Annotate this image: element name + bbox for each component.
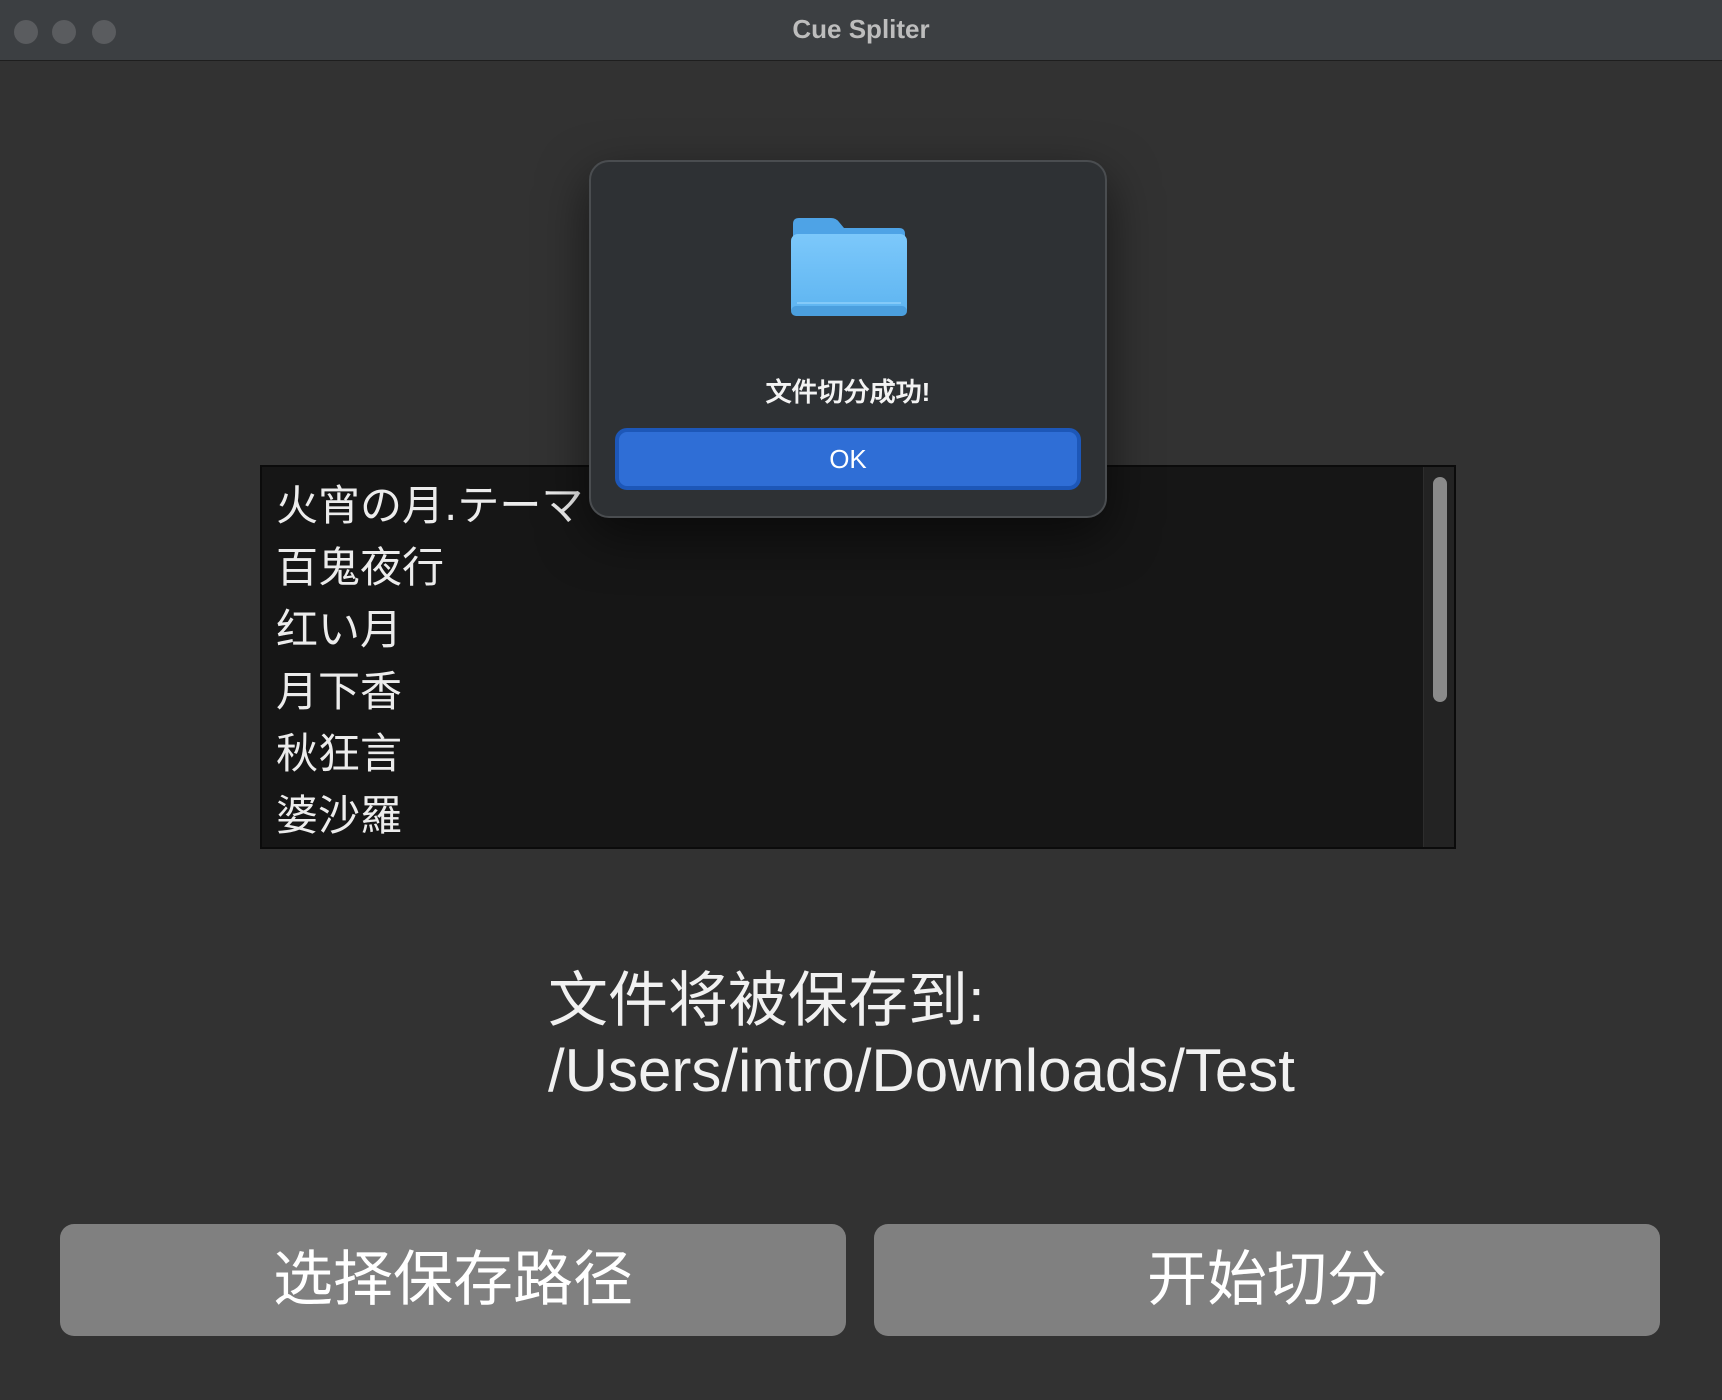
success-dialog: 文件切分成功! OK — [589, 160, 1107, 518]
track-list-item[interactable]: 秋狂言 — [276, 723, 583, 785]
track-list-item[interactable]: 婆沙羅 — [276, 785, 583, 847]
track-list-item[interactable]: 火宵の月.テーマ — [276, 475, 583, 537]
track-list-scrollbar[interactable] — [1423, 467, 1454, 847]
folder-icon — [791, 218, 907, 316]
track-list-items: 火宵の月.テーマ 百鬼夜行 红い月 月下香 秋狂言 婆沙羅 — [276, 475, 583, 847]
app-window: Cue Spliter 火宵の月.テーマ 百鬼夜行 红い月 月下香 秋狂言 婆沙… — [0, 0, 1722, 1400]
window-title: Cue Spliter — [792, 14, 930, 44]
track-list[interactable]: 火宵の月.テーマ 百鬼夜行 红い月 月下香 秋狂言 婆沙羅 — [260, 465, 1456, 849]
choose-save-path-button[interactable]: 选择保存路径 — [60, 1224, 846, 1336]
track-list-item[interactable]: 红い月 — [276, 599, 583, 661]
ok-button[interactable]: OK — [615, 428, 1081, 490]
track-list-item[interactable]: 月下香 — [276, 661, 583, 723]
start-split-button[interactable]: 开始切分 — [874, 1224, 1660, 1336]
scrollbar-thumb[interactable] — [1433, 477, 1447, 702]
dialog-message: 文件切分成功! — [765, 377, 931, 407]
save-path-label: 文件将被保存到: /Users/intro/Downloads/Test — [548, 967, 1295, 1104]
track-list-item[interactable]: 百鬼夜行 — [276, 537, 583, 599]
title-bar: Cue Spliter — [0, 0, 1722, 61]
